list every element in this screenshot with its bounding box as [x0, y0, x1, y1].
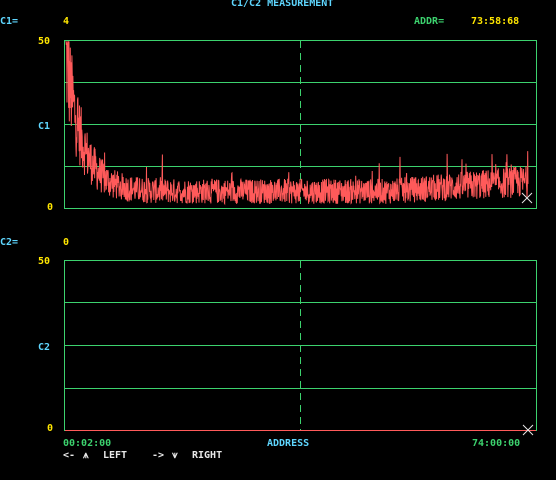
measurement-screen: C1/C2 MEASUREMENT ADDR= 73:58:68 C1= 4 5… [0, 0, 556, 480]
c1-trace [65, 40, 529, 206]
plots-svg [64, 40, 537, 436]
c2-grid [64, 260, 537, 431]
